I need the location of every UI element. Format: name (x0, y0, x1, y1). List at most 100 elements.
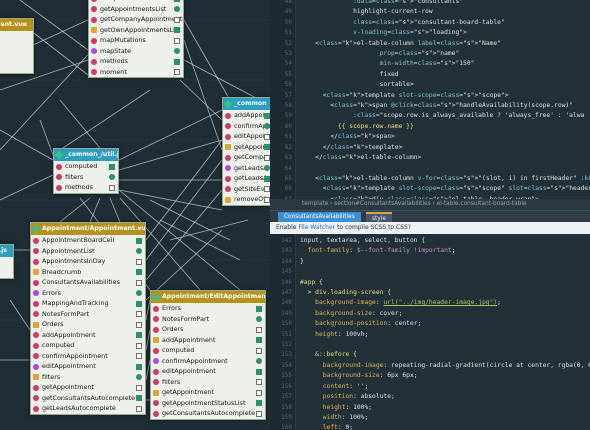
node-header: Appointment/Appointment.vue (31, 223, 145, 235)
member-label: removeOf (234, 195, 266, 203)
node-member: getConsultantsAutocomplete (31, 393, 145, 404)
member-icon (225, 186, 231, 192)
link-port (136, 237, 142, 244)
line-number: 62 (284, 143, 292, 151)
line-number: 158 (281, 403, 292, 411)
member-icon (153, 410, 159, 417)
member-label: getAppointment (162, 388, 214, 396)
editor-tabs: ConsultantsAvailabilities style (270, 210, 590, 222)
link-port (256, 400, 262, 406)
member-label: Errors (162, 304, 181, 312)
line-number: 142 (281, 237, 292, 244)
node-member: editAppointment (151, 366, 265, 377)
notice-text-end: to compile SCSS to CSS? (335, 224, 411, 231)
member-icon (153, 305, 159, 312)
code-line: class=class="s">"consultant-board-table" (353, 18, 505, 26)
member-label: getConsultantsAutocomplete (42, 393, 136, 402)
file-watcher-link[interactable]: File Watcher (298, 224, 335, 231)
link-port (256, 347, 262, 354)
link-port (136, 258, 142, 265)
link-port (174, 48, 180, 54)
breadcrumb[interactable]: template › section#ConsultantsAvailabili… (270, 199, 590, 210)
tab-style[interactable]: style (366, 212, 392, 222)
node-title: Appointment/Appointment.vue (42, 225, 145, 232)
link-port (256, 389, 262, 396)
node-header: _common_/util.js (54, 149, 118, 161)
dependency-diagram: computed getAppointmentsList getCompanyApp… (0, 0, 272, 430)
node-member: getLeadsAutocomplete (31, 403, 145, 414)
member-icon (91, 0, 97, 2)
member-label: mapState (100, 46, 132, 55)
code-line: input, textarea, select, button { (300, 237, 426, 244)
member-icon (225, 196, 231, 203)
component-node-left-fragment-2: s.js (0, 244, 14, 279)
member-label: NotesFormPart (42, 309, 90, 318)
link-port (136, 332, 142, 338)
member-icon (153, 316, 159, 322)
node-member: moment (89, 67, 183, 78)
line-number: 153 (281, 351, 292, 359)
member-icon (33, 342, 39, 349)
node-title: _common_/util.js (65, 151, 118, 158)
node-member: getAppointment (151, 387, 265, 398)
node-member: confirmApp (223, 121, 272, 132)
code-line: background-position: center; (315, 320, 422, 328)
code-line: left: 0; (322, 424, 354, 430)
member-icon (153, 326, 159, 333)
component-node-left-fragment-1: nent.vue (0, 18, 34, 74)
notice-text: Enable (276, 224, 299, 231)
node-title: _common (234, 100, 267, 107)
member-label: Orders (162, 325, 184, 333)
member-label: Errors (42, 288, 61, 297)
connection-line (89, 197, 101, 223)
node-member: AppointmentList (31, 246, 145, 257)
link-port (136, 269, 142, 275)
member-label: getAppointment (42, 383, 94, 391)
member-label: methods (65, 183, 94, 191)
node-member: getAppointmentStatusList (151, 398, 265, 409)
line-number: 65 (284, 174, 292, 182)
tab-consultants-availabilities[interactable]: ConsultantsAvailabilities (278, 212, 361, 222)
line-number: 144 (281, 257, 292, 265)
line-number: 53 (284, 50, 292, 58)
node-header: Appointment/EditAppointment.vue (151, 291, 265, 303)
node-member: getOwnAppointmentsList (89, 25, 183, 36)
link-port (109, 163, 115, 170)
node-member: getLeadsA (223, 163, 272, 174)
code-line: :class="scope.row.is_always_available ? … (353, 112, 585, 120)
node-member: filters (151, 377, 265, 388)
line-numbers: 142 143 144 145 146 147 148 149 150 151 152 153 154 1… (270, 236, 292, 430)
vue-file-icon (54, 150, 64, 160)
link-port (174, 0, 180, 2)
node-member: getSiteEve (223, 184, 272, 195)
member-icon (225, 175, 231, 182)
code-lines[interactable]: input, textarea, select, button { font-f… (300, 236, 590, 430)
code-lines[interactable]: :data=class="s">"consultants" highlight-… (300, 0, 590, 205)
line-number: 66 (284, 185, 292, 193)
member-icon (91, 16, 97, 23)
node-member: getConsultantsAutocomplete (151, 408, 265, 419)
node-member: getCompanyAppointmentsList (89, 14, 183, 25)
connection-line (9, 299, 31, 331)
code-line: <class="k">el-table-column v-for=class="… (300, 174, 590, 182)
line-number: 57 (284, 91, 292, 99)
line-number: 157 (281, 393, 292, 401)
link-port (136, 321, 142, 328)
connection-line (149, 199, 231, 241)
member-label: filters (65, 172, 84, 181)
link-port (136, 353, 142, 359)
code-line: &::before { (315, 351, 357, 359)
component-node-common: _common addAppoint confirmApp editAppoi getA… (222, 97, 272, 206)
member-icon (33, 237, 39, 244)
code-line: #app { (300, 278, 323, 286)
member-icon (225, 154, 231, 161)
line-number: 56 (284, 81, 292, 89)
line-number: 50 (284, 18, 292, 26)
code-editor: 4849505152535455565758596061626364656667… (270, 0, 590, 430)
code-line: </class="k">el-table-column> (300, 154, 422, 162)
node-member: addAppoint (223, 110, 272, 121)
line-number: 54 (284, 60, 292, 68)
node-header: nent.vue (0, 19, 33, 31)
connection-line (159, 219, 241, 261)
code-line: background-image: repeating-radial-gradi… (322, 361, 590, 369)
